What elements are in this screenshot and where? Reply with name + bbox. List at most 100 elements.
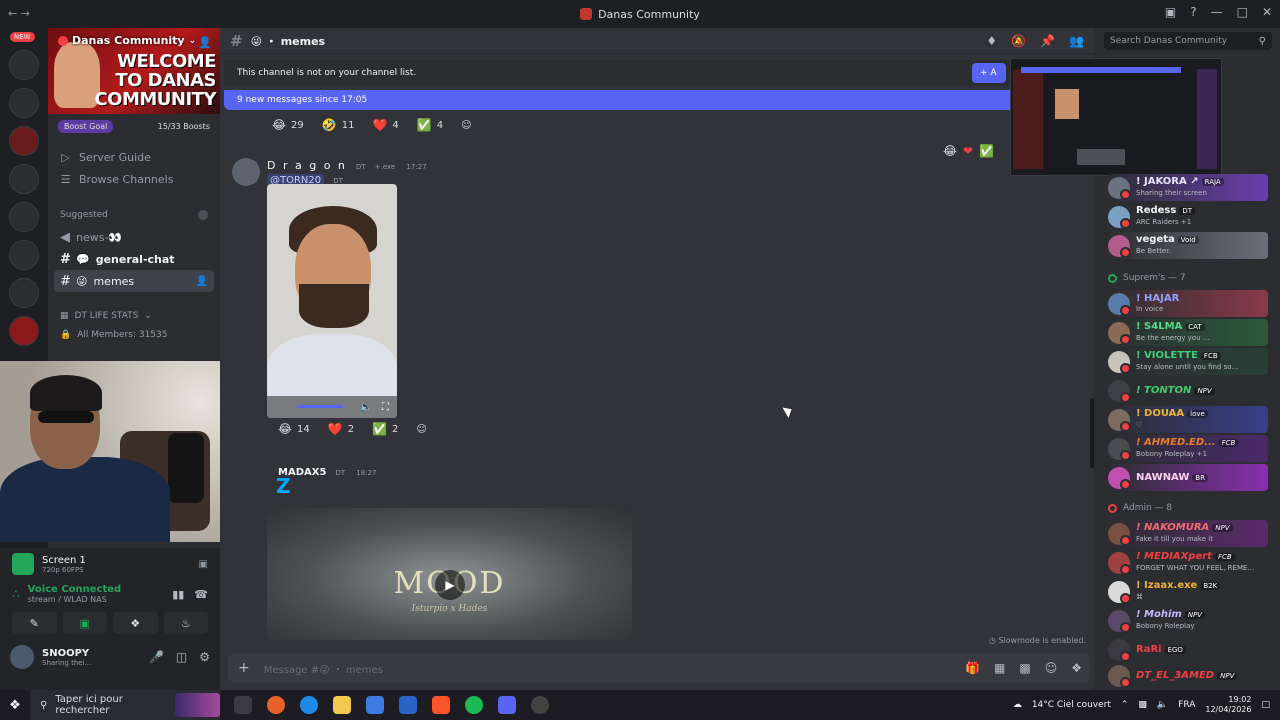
minimize-button[interactable]: — — [1211, 5, 1223, 19]
browse-channels-link[interactable]: ☰ Browse Channels — [48, 168, 220, 190]
member-item[interactable]: ! Mohim NPV Bobony Roleplay — [1108, 607, 1268, 634]
avatar[interactable] — [10, 645, 34, 669]
weather-text[interactable]: 14°C Ciel couvert — [1032, 700, 1111, 710]
member-list-icon[interactable]: 👥 — [1069, 34, 1084, 48]
sticker-icon[interactable]: ▩ — [1019, 661, 1030, 675]
notification-bell-icon[interactable]: 🔕 — [1011, 34, 1026, 48]
reaction[interactable]: ❤️ 2 — [322, 420, 360, 438]
spotify-icon[interactable] — [465, 696, 483, 714]
reaction[interactable]: ✅ 2 — [366, 420, 404, 438]
add-member-icon[interactable]: 👤 — [196, 276, 208, 287]
server-name[interactable]: Danas Community ⌄ — [58, 34, 196, 47]
inbox-icon[interactable]: ▣ — [1165, 5, 1176, 19]
outlook-icon[interactable] — [399, 696, 417, 714]
server-guide-link[interactable]: ▷ Server Guide — [48, 146, 220, 168]
taskbar-search[interactable]: ⚲ Taper ici pour rechercher — [30, 690, 220, 720]
task-view-icon[interactable] — [234, 696, 252, 714]
dismiss-icon[interactable] — [198, 210, 208, 220]
volume-icon[interactable]: 🔈 — [1157, 700, 1168, 710]
disconnect-icon[interactable]: ☎ — [194, 588, 208, 601]
server-icon[interactable] — [9, 202, 39, 232]
channel-memes[interactable]: # 😜 memes 👤 — [54, 270, 214, 292]
member-item[interactable]: ! HAJAR In voice — [1108, 290, 1268, 317]
member-item[interactable]: DT_EL_3AMED NPV — [1108, 662, 1268, 689]
reaction[interactable]: 😂 29 — [266, 116, 310, 134]
boost-goal[interactable]: Boost Goal 15/33 Boosts — [48, 114, 220, 138]
history-nav-buttons[interactable]: ← → — [8, 7, 30, 20]
store-icon[interactable] — [366, 696, 384, 714]
server-banner[interactable]: WELCOME TO DANAS COMMUNITY Danas Communi… — [48, 28, 220, 114]
add-channel-button[interactable]: + A — [972, 63, 1006, 83]
member-item[interactable]: ! JAKORA ↗ RAJA Sharing their screen — [1108, 174, 1268, 201]
headphones-icon[interactable]: ◫ — [176, 650, 187, 664]
member-item[interactable]: Redess DT ARC Raiders +1 — [1108, 203, 1268, 230]
close-button[interactable]: ✕ — [1262, 5, 1272, 19]
reaction[interactable]: 😂 14 — [272, 420, 316, 438]
channel-general-chat[interactable]: # 💬 general-chat — [54, 248, 214, 270]
volume-icon[interactable]: 🔈 — [360, 402, 372, 413]
member-item[interactable]: NAWNAW BR — [1108, 464, 1268, 491]
laugh-emoji-icon[interactable]: 😂 — [943, 144, 957, 158]
noise-suppression-icon[interactable]: ▮▮ — [172, 588, 184, 601]
emoji-icon[interactable]: ☺ — [1045, 661, 1058, 675]
reaction[interactable]: ❤️ 4 — [366, 116, 404, 134]
member-item[interactable]: ! TONTON NPV — [1108, 377, 1268, 404]
apps-icon[interactable]: ❖ — [1071, 661, 1082, 675]
chevron-up-icon[interactable]: ⌃ — [1121, 700, 1129, 710]
screen-share-status[interactable]: Screen 1 720p 60FPS ▣ — [0, 548, 220, 580]
clock[interactable]: 19:02 12/04/2026 — [1205, 695, 1251, 715]
screen-share-preview[interactable] — [1010, 58, 1222, 176]
member-item[interactable]: ! VIOLETTE FCB Stay alone until you find s… — [1108, 348, 1268, 375]
discord-icon[interactable] — [498, 696, 516, 714]
server-icon[interactable] — [9, 278, 39, 308]
settings-gear-icon[interactable]: ⚙ — [199, 650, 210, 664]
brave-icon[interactable] — [432, 696, 450, 714]
avatar[interactable] — [232, 158, 260, 186]
video-attachment[interactable]: 🔈 ⛶ — [267, 184, 397, 418]
server-icon[interactable] — [9, 88, 39, 118]
activities-button[interactable]: ❖ — [113, 612, 158, 634]
add-reaction-icon[interactable]: ☺ — [410, 422, 432, 437]
server-icon[interactable] — [9, 50, 39, 80]
add-reaction-icon[interactable]: ☺ — [455, 118, 477, 133]
server-icon[interactable] — [9, 316, 39, 346]
server-icon[interactable] — [9, 126, 39, 156]
video-progress[interactable] — [297, 405, 343, 408]
member-item[interactable]: ! NAKOMURA NPV Fake it till you make it — [1108, 520, 1268, 547]
camera-off-button[interactable]: ✎ — [12, 612, 57, 634]
member-item[interactable]: ! S4LMA CAT Be the energy you ... — [1108, 319, 1268, 346]
popout-icon[interactable]: ▣ — [199, 559, 208, 570]
obs-icon[interactable] — [531, 696, 549, 714]
stats-category[interactable]: ▦ DT LIFE STATS ⌄ — [48, 306, 220, 325]
member-item[interactable]: RaRi EGO — [1108, 636, 1268, 663]
reaction[interactable]: ✅ 4 — [411, 116, 449, 134]
reaction[interactable]: 🤣 11 — [316, 116, 361, 134]
soundboard-button[interactable]: ♨ — [163, 612, 208, 634]
check-emoji-icon[interactable]: ✅ — [979, 144, 994, 158]
heart-emoji-icon[interactable]: ❤ — [963, 144, 973, 158]
gif-icon[interactable]: ▦ — [994, 661, 1005, 675]
app-icon[interactable] — [267, 696, 285, 714]
server-icon[interactable] — [9, 240, 39, 270]
message-input[interactable]: Message #😜 ・ memes — [264, 661, 383, 676]
message-composer[interactable]: + Message #😜 ・ memes 🎁 ▦ ▩ ☺ ❖ — [228, 654, 1090, 682]
member-item[interactable]: ! Izaax.exe B2K ⌘ — [1108, 578, 1268, 605]
play-icon[interactable]: ▶ — [435, 570, 465, 600]
member-item[interactable]: ! DOUAA love ♡ — [1108, 406, 1268, 433]
media-attachment[interactable]: MOOD Isturpio x Hades ▶ — [267, 508, 632, 640]
member-item[interactable]: ! AHMED.ED... FCB Bobony Roleplay +1 — [1108, 435, 1268, 462]
help-icon[interactable]: ? — [1190, 5, 1196, 19]
edge-icon[interactable] — [300, 696, 318, 714]
notifications-icon[interactable]: □ — [1261, 700, 1270, 710]
file-explorer-icon[interactable] — [333, 696, 351, 714]
screen-share-button[interactable]: ▣ — [62, 612, 107, 634]
channel-news[interactable]: ◀ news-👀 — [54, 226, 214, 248]
server-icon[interactable] — [9, 164, 39, 194]
pin-icon[interactable]: 📌 — [1040, 34, 1055, 48]
network-icon[interactable]: ▩ — [1138, 700, 1147, 710]
search-input[interactable]: Search Danas Community ⚲ — [1104, 32, 1272, 50]
member-item[interactable]: vegeta Void Be Better. — [1108, 232, 1268, 259]
new-messages-bar[interactable]: 9 new messages since 17:05 — [224, 90, 1090, 110]
attach-plus-icon[interactable]: + — [238, 660, 250, 676]
gift-icon[interactable]: 🎁 — [965, 661, 980, 675]
